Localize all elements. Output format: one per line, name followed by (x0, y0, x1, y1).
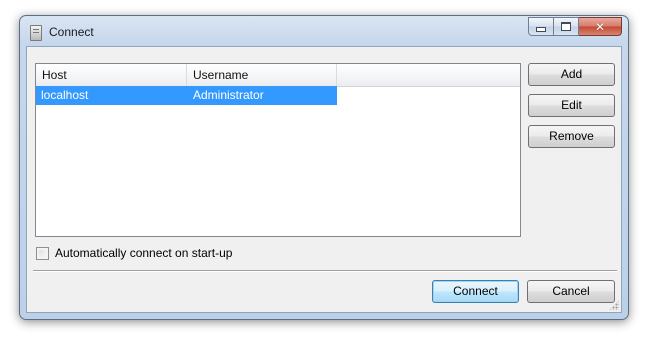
cancel-button[interactable]: Cancel (527, 280, 615, 303)
auto-connect-checkbox[interactable] (36, 246, 49, 260)
maximize-icon (561, 22, 571, 31)
title-bar[interactable]: Connect ✕ (20, 16, 628, 46)
caption-buttons: ✕ (528, 17, 622, 36)
minimize-button[interactable] (528, 17, 554, 36)
maximize-button[interactable] (554, 17, 579, 36)
username-cell: Administrator (193, 88, 264, 102)
connect-button[interactable]: Connect (432, 280, 519, 303)
connect-dialog: Connect ✕ Host Username localhost Admini… (19, 15, 629, 320)
close-icon: ✕ (594, 19, 606, 34)
column-header-username[interactable]: Username (187, 64, 337, 86)
list-row-selected[interactable]: localhost Administrator (36, 86, 337, 105)
close-button[interactable]: ✕ (579, 17, 622, 36)
auto-connect-label[interactable]: Automatically connect on start-up (55, 246, 232, 260)
separator (33, 270, 617, 272)
add-button[interactable]: Add (528, 63, 615, 86)
dialog-client-area: Host Username localhost Administrator Ad… (26, 46, 622, 313)
remove-button[interactable]: Remove (528, 125, 615, 148)
column-header-host[interactable]: Host (36, 64, 187, 86)
list-header: Host Username (36, 64, 520, 87)
document-icon (30, 25, 42, 41)
edit-button[interactable]: Edit (528, 94, 615, 117)
host-cell: localhost (41, 88, 89, 102)
connections-list[interactable]: Host Username localhost Administrator (35, 63, 521, 237)
minimize-icon (536, 27, 546, 32)
column-header-filler (337, 64, 520, 86)
auto-connect-option[interactable]: Automatically connect on start-up (36, 245, 232, 261)
window-title: Connect (49, 25, 94, 39)
